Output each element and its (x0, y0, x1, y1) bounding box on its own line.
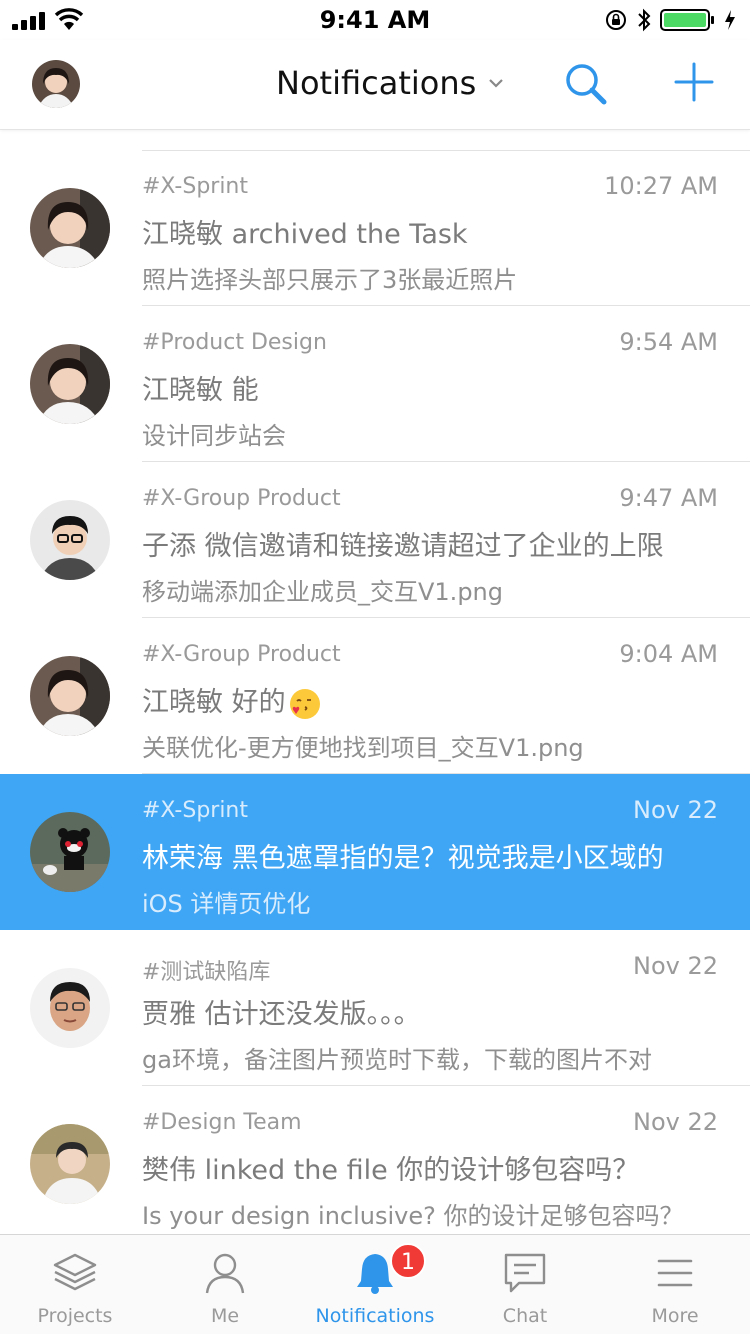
notification-group: #X-Sprint (142, 174, 249, 199)
notification-group: #Product Design (142, 330, 327, 355)
search-icon[interactable] (562, 60, 610, 108)
notification-time: Nov 22 (632, 952, 718, 980)
notification-item[interactable]: #X-Sprint 10:27 AM 江晓敏 archived the Task… (0, 150, 750, 306)
tab-more[interactable]: More (600, 1235, 750, 1334)
notification-time: 10:27 AM (604, 172, 718, 200)
man-glasses-avatar (30, 500, 110, 580)
notification-subtitle: ga环境，备注图片预览时下载，下载的图片不对 (142, 1046, 652, 1074)
navigation-bar: Notifications (0, 40, 750, 130)
layers-icon (53, 1253, 97, 1291)
notification-subtitle: 关联优化-更方便地找到项目_交互V1.png (142, 734, 584, 762)
tab-bar: Projects Me 1 Notifications Chat More (0, 1234, 750, 1334)
kiss-emoji-icon (289, 688, 320, 719)
notification-time: 9:47 AM (619, 484, 718, 512)
woman-avatar (30, 344, 110, 424)
notification-time: Nov 22 (632, 796, 718, 824)
woman-avatar (30, 188, 110, 268)
notification-item[interactable]: #Product Design 9:54 AM 江晓敏 能 设计同步站会 (0, 306, 750, 462)
bluetooth-icon (638, 8, 651, 32)
notification-time: 9:54 AM (619, 328, 718, 356)
status-bar: 9:41 AM (0, 0, 750, 40)
battery-icon (660, 9, 714, 31)
notification-title: 江晓敏 好的 (142, 680, 702, 721)
notification-group: #X-Group Product (142, 486, 341, 511)
tab-label: More (651, 1305, 699, 1327)
notification-subtitle: 照片选择头部只展示了3张最近照片 (142, 266, 518, 294)
notification-title: 樊伟 linked the file 你的设计够包容吗？ (142, 1155, 640, 1186)
person-avatar (30, 1124, 110, 1204)
notification-title: 贾雅 估计还没发版。。。 (142, 999, 421, 1030)
page-title: Notifications (276, 64, 477, 102)
tab-me[interactable]: Me (150, 1235, 300, 1334)
notification-time: Nov 22 (632, 1108, 718, 1136)
tab-label: Projects (37, 1305, 113, 1327)
notification-title: 林荣海 黑色遮罩指的是？视觉我是小区域的 (142, 843, 664, 874)
bear-avatar (30, 812, 110, 892)
charging-bolt-icon (725, 10, 735, 30)
orientation-lock-icon (606, 10, 626, 30)
tab-label: Me (210, 1305, 240, 1327)
tab-notifications[interactable]: 1 Notifications (300, 1235, 450, 1334)
tab-chat[interactable]: Chat (450, 1235, 600, 1334)
notification-item[interactable]: #Design Team Nov 22 樊伟 linked the file 你… (0, 1086, 750, 1234)
notification-badge: 1 (390, 1243, 426, 1279)
notification-title-text: 江晓敏 好的 (142, 687, 286, 718)
menu-icon (657, 1259, 693, 1287)
notification-item[interactable]: #X-Group Product 9:47 AM 子添 微信邀请和链接邀请超过了… (0, 462, 750, 618)
notification-time: 9:04 AM (619, 640, 718, 668)
notification-list[interactable]: #X-Sprint 10:27 AM 江晓敏 archived the Task… (0, 130, 750, 1234)
notification-group: #测试缺陷库 (142, 960, 271, 985)
notification-subtitle: 设计同步站会 (142, 422, 286, 450)
tab-projects[interactable]: Projects (0, 1235, 150, 1334)
notification-group: #Design Team (142, 1110, 302, 1135)
notification-item[interactable]: #测试缺陷库 Nov 22 贾雅 估计还没发版。。。 ga环境，备注图片预览时下… (0, 930, 750, 1086)
notifications-title-dropdown[interactable]: Notifications (276, 64, 504, 102)
man-avatar (30, 968, 110, 1048)
user-avatar[interactable] (32, 60, 80, 108)
notification-subtitle: Is your design inclusive? 你的设计足够包容吗？ (142, 1202, 684, 1230)
notification-item-selected[interactable]: #X-Sprint Nov 22 林荣海 黑色遮罩指的是？视觉我是小区域的 iO… (0, 774, 750, 930)
chat-bubble-icon (504, 1253, 546, 1293)
tab-label: Chat (502, 1305, 548, 1327)
notification-group: #X-Sprint (142, 798, 249, 823)
chevron-down-icon (489, 79, 504, 88)
woman-avatar (30, 656, 110, 736)
notification-subtitle: iOS 详情页优化 (142, 890, 311, 918)
tab-label: Notifications (315, 1305, 435, 1327)
notification-title: 子添 微信邀请和链接邀请超过了企业的上限 (142, 531, 664, 562)
notification-subtitle: 移动端添加企业成员_交互V1.png (142, 578, 503, 606)
notification-item[interactable]: #X-Group Product 9:04 AM 江晓敏 好的 关联优化-更方便… (0, 618, 750, 774)
notification-title: 江晓敏 能 (142, 375, 259, 406)
person-icon (205, 1253, 245, 1294)
notification-title: 江晓敏 archived the Task (142, 219, 468, 250)
notification-group: #X-Group Product (142, 642, 341, 667)
plus-icon[interactable] (672, 60, 716, 104)
